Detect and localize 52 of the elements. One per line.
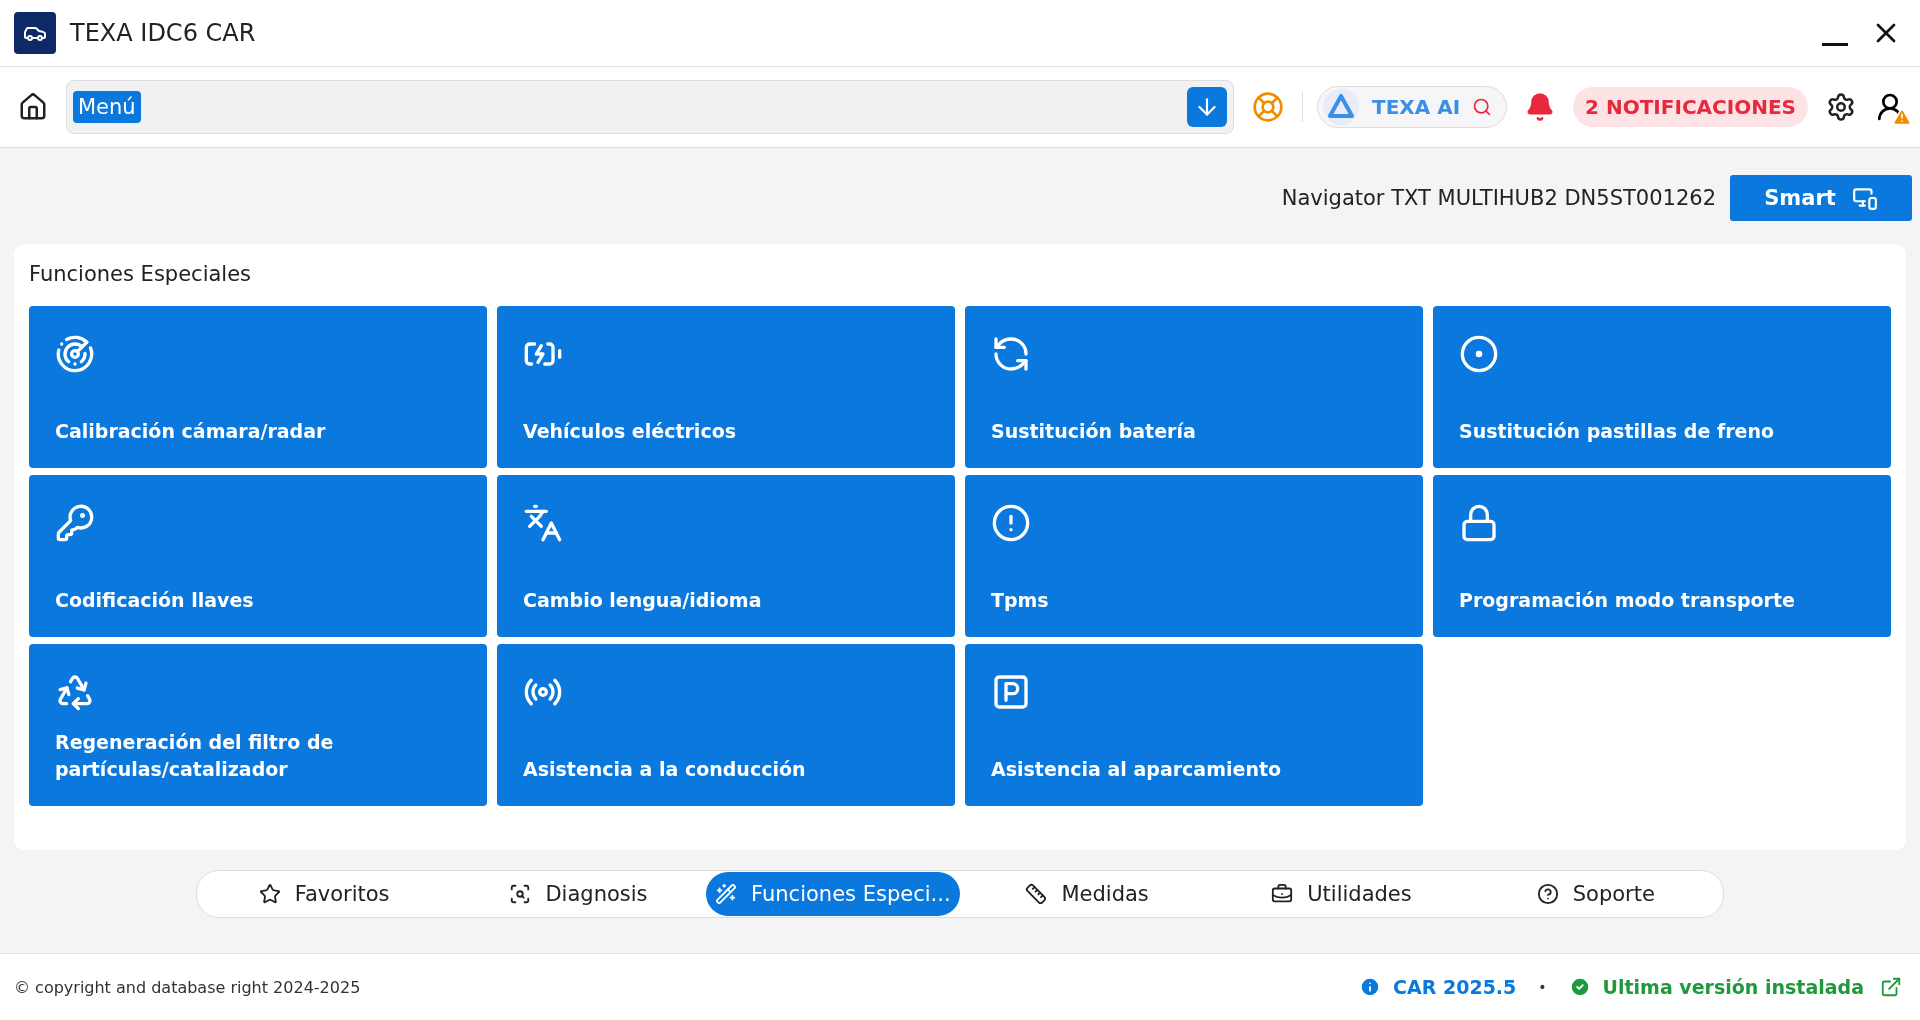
search-icon <box>1472 97 1493 117</box>
notifications-button[interactable]: 2 NOTIFICACIONES <box>1573 87 1808 127</box>
copyright-text: © copyright and database right 2024-2025 <box>14 977 362 997</box>
smart-button[interactable]: Smart <box>1730 175 1912 221</box>
function-tile[interactable]: Asistencia al aparcamiento <box>965 644 1423 806</box>
nav-tab[interactable]: Medidas <box>960 872 1215 916</box>
window-title: TEXA IDC6 CAR <box>70 19 257 47</box>
radar-icon <box>55 334 95 374</box>
triangle-logo-icon <box>1322 88 1360 126</box>
app-logo <box>14 12 56 54</box>
status-text: Ultima versión instalada <box>1602 976 1864 998</box>
info-icon <box>1359 976 1382 998</box>
warning-icon <box>1892 107 1912 127</box>
parking-icon <box>991 672 1031 712</box>
star-icon <box>258 883 281 905</box>
ruler-icon <box>1025 883 1048 905</box>
function-tile[interactable]: Cambio lengua/idioma <box>497 475 955 637</box>
nav-tab[interactable]: Favoritos <box>197 872 452 916</box>
nav-tab[interactable]: Utilidades <box>1214 872 1469 916</box>
ai-search-button[interactable]: TEXA AI <box>1317 86 1508 128</box>
section-title: Funciones Especiales <box>29 262 253 286</box>
home-icon <box>18 92 48 122</box>
function-tile[interactable]: Sustitución pastillas de freno <box>1433 306 1891 468</box>
devices-icon <box>1851 185 1878 211</box>
nav-tab[interactable]: Funciones Especi... <box>705 872 960 916</box>
magic-wand-icon <box>715 883 738 905</box>
function-tile[interactable]: Asistencia a la conducción <box>497 644 955 806</box>
function-tile[interactable]: Tpms <box>965 475 1423 637</box>
external-link-icon <box>1880 976 1902 998</box>
help-icon <box>1536 883 1559 905</box>
minimize-icon <box>1822 42 1848 46</box>
settings-icon <box>1826 92 1856 122</box>
function-tile[interactable]: Vehículos eléctricos <box>497 306 955 468</box>
separator-dot: • <box>1538 979 1547 995</box>
function-tile[interactable]: Regeneración del filtro de partículas/catalizador <box>29 644 487 806</box>
lifebuoy-icon <box>1252 91 1284 123</box>
check-icon <box>1568 976 1591 998</box>
function-tile[interactable]: Sustitución batería <box>965 306 1423 468</box>
download-button[interactable] <box>1187 87 1227 127</box>
function-tile[interactable]: Calibración cámara/radar <box>29 306 487 468</box>
menu-field[interactable]: Menú <box>66 80 1234 134</box>
lock-icon <box>1459 503 1499 543</box>
menu-tag: Menú <box>73 91 141 123</box>
nav-tab[interactable]: Diagnosis <box>451 872 706 916</box>
translate-icon <box>523 503 563 543</box>
briefcase-icon <box>1271 883 1294 905</box>
device-name: Navigator TXT MULTIHUB2 DN5ST001262 <box>1281 186 1716 210</box>
function-tile[interactable]: Programación modo transporte <box>1433 475 1891 637</box>
nav-tab[interactable]: Soporte <box>1468 872 1723 916</box>
function-tile[interactable]: Codificación llaves <box>29 475 487 637</box>
version-text: CAR 2025.5 <box>1393 976 1517 998</box>
disc-icon <box>1459 334 1499 374</box>
